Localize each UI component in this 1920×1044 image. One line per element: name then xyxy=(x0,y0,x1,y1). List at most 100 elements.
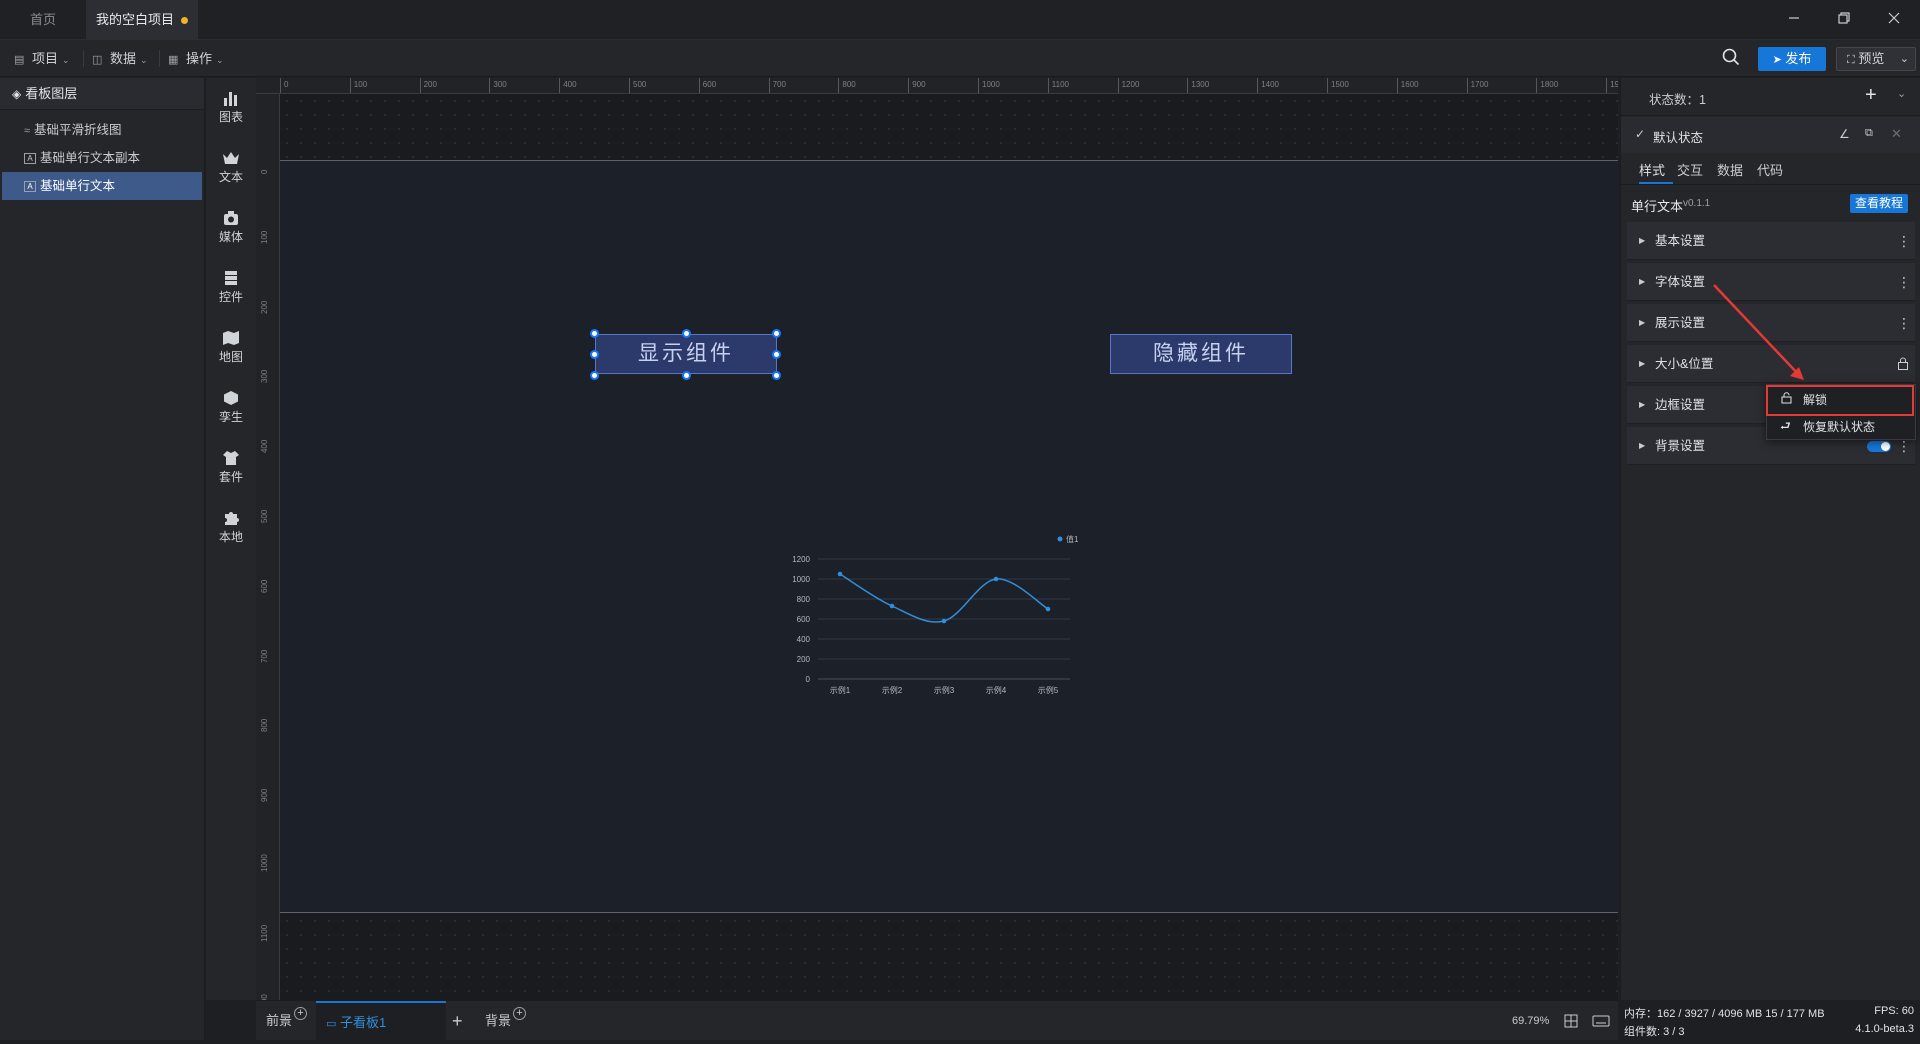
chart-point[interactable] xyxy=(837,571,843,577)
add-subboard-button[interactable]: + xyxy=(452,1001,463,1041)
resize-handle[interactable] xyxy=(772,329,781,338)
menu-data[interactable]: ◫ 数据 ⌄ xyxy=(92,40,148,77)
component-twin[interactable]: 孪生 xyxy=(206,390,256,425)
copy-icon[interactable]: ⧉ xyxy=(1865,127,1873,140)
component-text[interactable]: 文本 xyxy=(206,150,256,185)
chart-point[interactable] xyxy=(889,603,895,609)
menu-project[interactable]: ▤ 项目 ⌄ xyxy=(14,40,70,77)
menu-data-label: 数据 xyxy=(110,51,137,66)
restore-icon xyxy=(1838,12,1850,24)
resize-handle[interactable] xyxy=(772,371,781,380)
tab-code[interactable]: 代码 xyxy=(1757,160,1783,184)
preview-button[interactable]: ⛶ 预览 ⌄ xyxy=(1836,47,1916,71)
caret-right-icon: ▶ xyxy=(1639,236,1646,245)
tab-interaction[interactable]: 交互 xyxy=(1677,160,1703,184)
tab-home[interactable]: 首页 xyxy=(0,0,86,40)
add-circle-icon[interactable]: + xyxy=(294,1007,308,1020)
chart-point[interactable] xyxy=(993,576,999,582)
show-component-button[interactable]: 显示组件 xyxy=(595,334,777,374)
menu-item-restore-default[interactable]: ⮐ 恢复默认状态 xyxy=(1767,414,1915,440)
resize-handle[interactable] xyxy=(590,350,599,359)
ruler-tick xyxy=(1117,78,1119,93)
component-local[interactable]: 本地 xyxy=(206,510,256,545)
resize-handle[interactable] xyxy=(772,350,781,359)
properties-panel: 状态数：1 + ⌄ ✓ 默认状态 ∠ ⧉ ✕ 样式 交互 数据 代码 单行文本 … xyxy=(1620,78,1920,1000)
more-vertical-icon[interactable]: ⋮ xyxy=(1897,222,1911,260)
edit-icon[interactable]: ∠ xyxy=(1839,127,1850,141)
ruler-top: 0 100 200 300 400 500 600 700 800 900 1000 1100 1200… xyxy=(256,78,1618,94)
ruler-tick xyxy=(559,78,561,93)
add-circle-icon[interactable]: + xyxy=(513,1007,527,1020)
publish-button[interactable]: ➤ 发布 xyxy=(1758,47,1826,71)
ruler-tick-label: 300 xyxy=(493,80,507,89)
keyboard-button[interactable] xyxy=(1592,1001,1610,1041)
search-button[interactable] xyxy=(1722,48,1742,68)
view-tutorial-button[interactable]: 查看教程 xyxy=(1850,194,1908,213)
tab-project[interactable]: 我的空白项目 xyxy=(86,0,198,40)
ruler-tick-label: 500 xyxy=(260,509,269,523)
component-map[interactable]: 地图 xyxy=(206,330,256,365)
grid-icon: ▦ xyxy=(168,54,179,66)
component-control[interactable]: 控件 xyxy=(206,270,256,305)
resize-handle[interactable] xyxy=(682,371,691,380)
close-window-button[interactable] xyxy=(1882,8,1906,32)
chart-point[interactable] xyxy=(1045,606,1051,612)
keyboard-icon xyxy=(1592,1015,1610,1027)
more-vertical-icon[interactable]: ⋮ xyxy=(1897,263,1911,301)
artboard[interactable]: 显示组件 隐藏组件 0 200 400 600 800 1000 1200 示例1 示例2 示例3… xyxy=(280,160,1618,913)
ruler-tick-label: 0 xyxy=(260,169,269,174)
default-state-row[interactable]: ✓ 默认状态 ∠ ⧉ ✕ xyxy=(1621,117,1920,153)
ruler-tick xyxy=(1606,78,1608,93)
shirt-icon xyxy=(223,451,239,465)
delete-icon[interactable]: ✕ xyxy=(1891,126,1902,142)
component-suite[interactable]: 套件 xyxy=(206,450,256,485)
chevron-down-icon: ⌄ xyxy=(1899,53,1909,65)
line-chart[interactable]: 0 200 400 600 800 1000 1200 示例1 示例2 示例3 示例4 示例5 值1 xyxy=(770,516,1100,706)
component-chart[interactable]: 图表 xyxy=(206,90,256,125)
zoom-level[interactable]: 69.79% xyxy=(1512,1001,1549,1041)
chart-y-tick-label: 200 xyxy=(797,655,811,664)
background-toggle[interactable] xyxy=(1867,441,1891,452)
search-icon xyxy=(1722,48,1740,66)
chart-legend-label: 值1 xyxy=(1066,534,1079,544)
ruler-tick-label: 200 xyxy=(423,80,437,89)
menu-operation[interactable]: ▦ 操作 ⌄ xyxy=(168,40,224,77)
chart-y-tick-label: 1000 xyxy=(792,575,810,584)
lock-icon[interactable] xyxy=(1897,345,1909,384)
section-basic[interactable]: ▶ 基本设置 ⋮ xyxy=(1627,222,1915,260)
add-state-button[interactable]: + xyxy=(1865,84,1877,107)
layer-item-line-chart[interactable]: ≈ 基础平滑折线图 xyxy=(2,116,202,144)
canvas-area[interactable]: 0 100 200 300 400 500 600 700 800 900 1000 1100 1200… xyxy=(256,78,1618,1000)
component-bar: 图表 文本 媒体 控件 地图 孪生 套件 本地 xyxy=(206,78,256,1000)
resize-handle[interactable] xyxy=(590,371,599,380)
ruler-left: 0100200300400500600700800900100011001200 xyxy=(256,94,280,1000)
fit-screen-button[interactable] xyxy=(1564,1001,1578,1041)
more-vertical-icon[interactable]: ⋮ xyxy=(1897,304,1911,342)
layer-item-text-copy[interactable]: A 基础单行文本副本 xyxy=(2,144,202,172)
version-label: 4.1.0-beta.3 xyxy=(1855,1023,1914,1035)
ruler-tick-label: 400 xyxy=(260,439,269,454)
minimize-button[interactable] xyxy=(1782,8,1806,32)
tab-foreground[interactable]: 前景 + xyxy=(266,1001,308,1041)
tab-data[interactable]: 数据 xyxy=(1717,160,1743,184)
resize-handle[interactable] xyxy=(682,329,691,338)
ruler-tick-label: 700 xyxy=(260,649,269,663)
layers-icon: ◈ xyxy=(12,87,22,101)
tab-style[interactable]: 样式 xyxy=(1639,160,1673,184)
tab-background[interactable]: 背景 + xyxy=(485,1001,527,1041)
chart-y-tick-label: 800 xyxy=(797,595,811,604)
layer-item-text[interactable]: A 基础单行文本 xyxy=(2,172,202,200)
component-media[interactable]: 媒体 xyxy=(206,210,256,245)
undo-icon: ⮐ xyxy=(1780,419,1791,433)
ruler-tick-label: 500 xyxy=(633,80,647,89)
chevron-down-icon[interactable]: ⌄ xyxy=(1897,87,1906,100)
ruler-tick-label: 600 xyxy=(260,579,269,593)
chart-point[interactable] xyxy=(941,618,947,624)
camera-icon xyxy=(224,211,238,225)
fit-screen-icon xyxy=(1564,1014,1578,1028)
tab-subboard[interactable]: ▭ 子看板1 xyxy=(316,1001,446,1041)
restore-button[interactable] xyxy=(1832,8,1856,32)
ruler-tick-label: 100 xyxy=(260,230,269,244)
hide-component-button[interactable]: 隐藏组件 xyxy=(1110,334,1292,374)
resize-handle[interactable] xyxy=(590,329,599,338)
